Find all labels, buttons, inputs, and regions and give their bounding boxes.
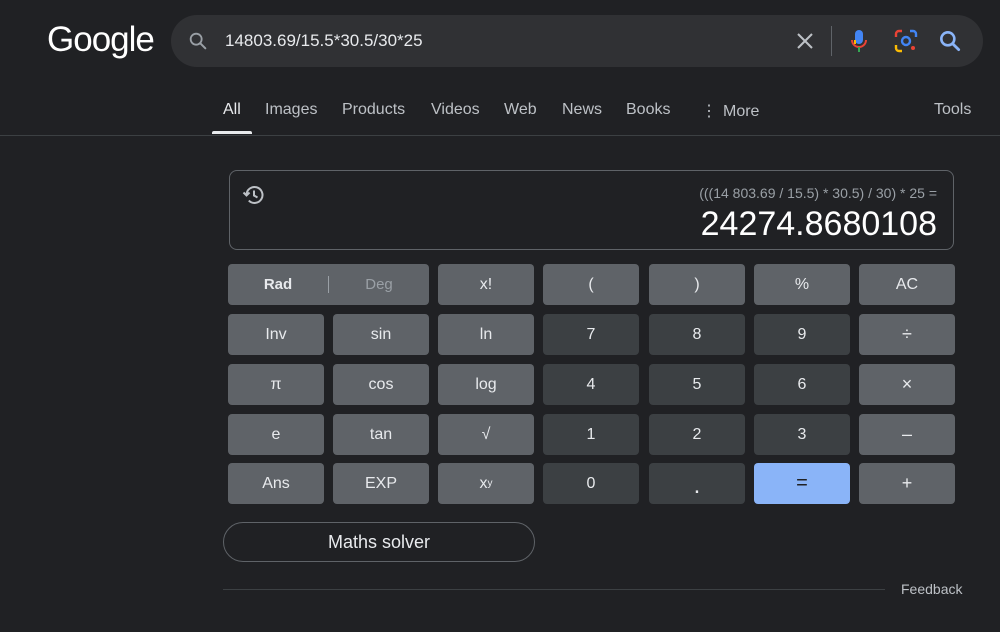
- ans-key[interactable]: Ans: [228, 463, 324, 504]
- ln-key[interactable]: ln: [438, 314, 534, 355]
- decimal-point-key[interactable]: .: [649, 463, 745, 504]
- digit-7-key[interactable]: 7: [543, 314, 639, 355]
- google-logo[interactable]: Google: [47, 20, 155, 60]
- search-input[interactable]: [225, 27, 755, 55]
- minus-key[interactable]: –: [859, 414, 955, 455]
- multiply-key[interactable]: ×: [859, 364, 955, 405]
- search-box[interactable]: [171, 15, 983, 67]
- power-key[interactable]: xy: [438, 463, 534, 504]
- digit-6-key[interactable]: 6: [754, 364, 850, 405]
- tan-key[interactable]: tan: [333, 414, 429, 455]
- search-submit-icon[interactable]: [937, 28, 963, 54]
- cos-key[interactable]: cos: [333, 364, 429, 405]
- pi-key[interactable]: π: [228, 364, 324, 405]
- plus-key[interactable]: +: [859, 463, 955, 504]
- right-paren-key[interactable]: ): [649, 264, 745, 305]
- calculator-display: (((14 803.69 / 15.5) * 30.5) / 30) * 25 …: [229, 170, 954, 250]
- digit-9-key[interactable]: 9: [754, 314, 850, 355]
- feedback-link[interactable]: Feedback: [901, 581, 962, 597]
- header-divider: [0, 135, 1000, 136]
- tab-more-label: More: [723, 103, 760, 120]
- power-key-base: x: [479, 474, 488, 492]
- inverse-key[interactable]: Inv: [228, 314, 324, 355]
- all-clear-key[interactable]: AC: [859, 264, 955, 305]
- clear-icon[interactable]: [793, 29, 817, 53]
- tab-books[interactable]: Books: [626, 101, 670, 119]
- tab-news[interactable]: News: [562, 101, 602, 119]
- tab-all[interactable]: All: [223, 101, 241, 119]
- footer-divider: [223, 589, 885, 590]
- maths-solver-button[interactable]: Maths solver: [223, 522, 535, 562]
- digit-4-key[interactable]: 4: [543, 364, 639, 405]
- calculator-result: 24274.8680108: [700, 205, 937, 243]
- digit-5-key[interactable]: 5: [649, 364, 745, 405]
- log-key[interactable]: log: [438, 364, 534, 405]
- euler-key[interactable]: e: [228, 414, 324, 455]
- google-lens-icon[interactable]: [893, 28, 919, 54]
- microphone-icon[interactable]: [847, 28, 871, 54]
- tools-button[interactable]: Tools: [934, 101, 971, 119]
- history-icon[interactable]: [242, 183, 266, 207]
- digit-8-key[interactable]: 8: [649, 314, 745, 355]
- power-key-exponent: y: [487, 478, 493, 489]
- sin-key[interactable]: sin: [333, 314, 429, 355]
- tab-videos[interactable]: Videos: [431, 101, 480, 119]
- calculator-expression: (((14 803.69 / 15.5) * 30.5) / 30) * 25 …: [699, 185, 937, 201]
- digit-3-key[interactable]: 3: [754, 414, 850, 455]
- digit-0-key[interactable]: 0: [543, 463, 639, 504]
- active-tab-indicator: [212, 131, 252, 134]
- digit-2-key[interactable]: 2: [649, 414, 745, 455]
- tab-more[interactable]: ⋮ More: [701, 101, 759, 121]
- sqrt-key[interactable]: √: [438, 414, 534, 455]
- divide-key[interactable]: ÷: [859, 314, 955, 355]
- rad-button[interactable]: Rad: [228, 264, 328, 305]
- search-icon: [189, 32, 207, 50]
- tab-products[interactable]: Products: [342, 101, 405, 119]
- search-divider: [831, 26, 832, 56]
- factorial-key[interactable]: x!: [438, 264, 534, 305]
- percent-key[interactable]: %: [754, 264, 850, 305]
- exp-key[interactable]: EXP: [333, 463, 429, 504]
- search-tabs: All Images Products Videos Web News Book…: [0, 101, 1000, 123]
- angle-mode-toggle: Rad Deg: [228, 264, 429, 305]
- more-vert-icon: ⋮: [701, 103, 717, 120]
- left-paren-key[interactable]: (: [543, 264, 639, 305]
- digit-1-key[interactable]: 1: [543, 414, 639, 455]
- equals-key[interactable]: =: [754, 463, 850, 504]
- deg-button[interactable]: Deg: [329, 264, 429, 305]
- tab-images[interactable]: Images: [265, 101, 317, 119]
- tab-web[interactable]: Web: [504, 101, 537, 119]
